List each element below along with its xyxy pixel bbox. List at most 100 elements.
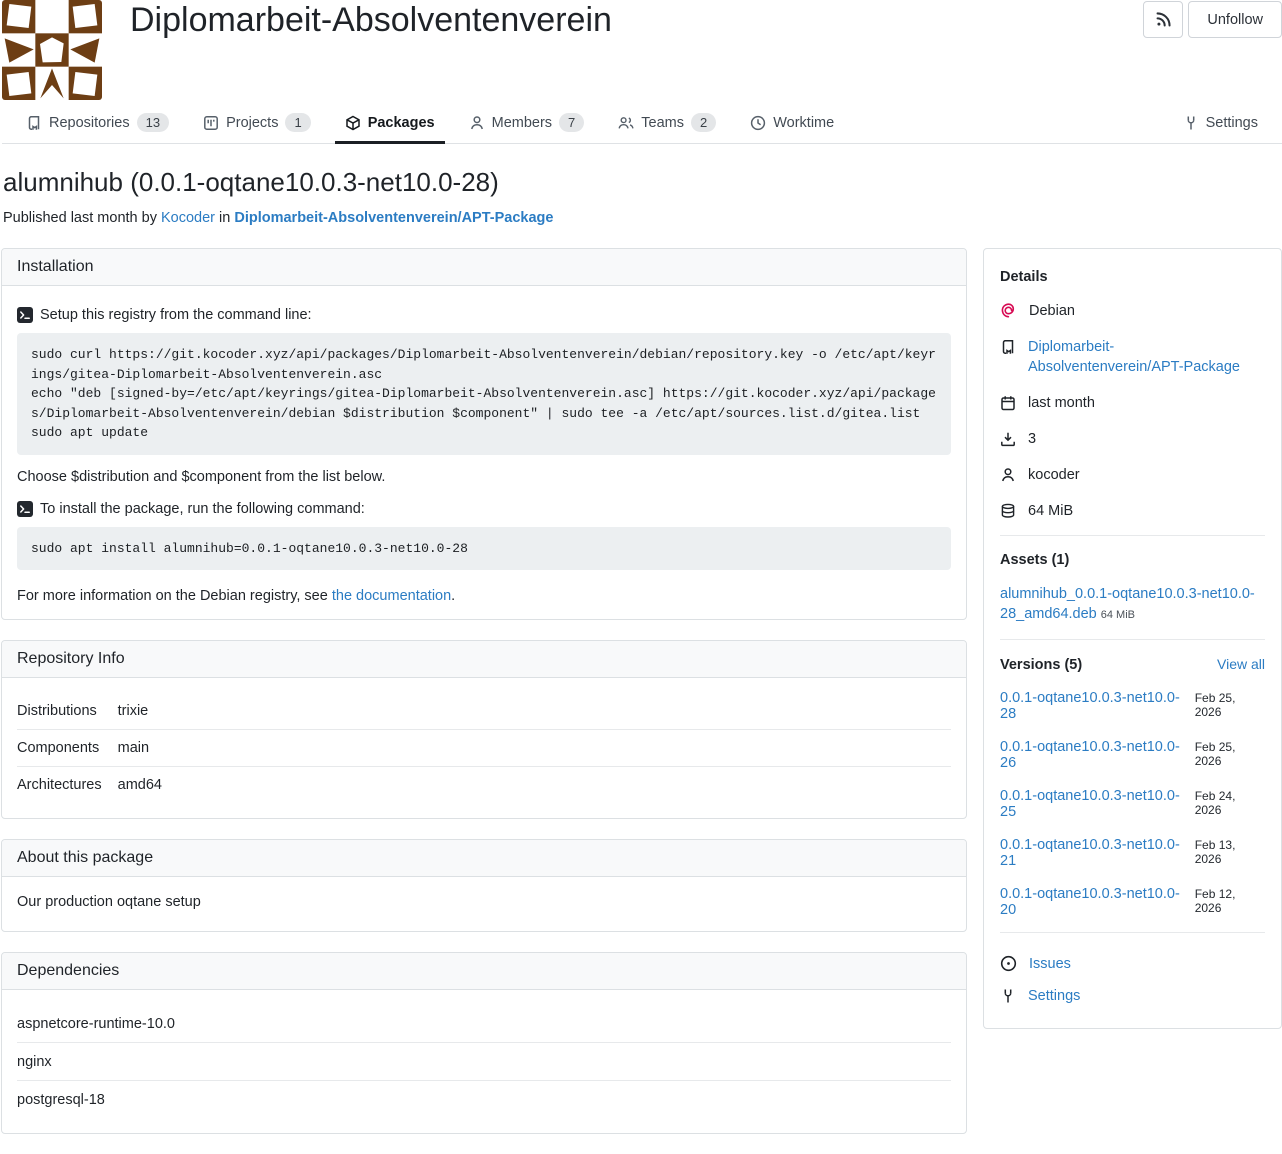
- version-date: Feb 25, 2026: [1195, 740, 1265, 768]
- published-connector: in: [219, 210, 230, 226]
- asset-size: 64 MiB: [1101, 609, 1135, 621]
- publisher-link[interactable]: Kocoder: [161, 210, 215, 226]
- more-info-line: For more information on the Debian regis…: [17, 588, 951, 604]
- version-link[interactable]: 0.0.1-oqtane10.0.3-net10.0-25: [1000, 788, 1195, 820]
- versions-title: Versions (5): [1000, 657, 1082, 673]
- tab-packages[interactable]: Packages: [335, 105, 445, 144]
- tab-label: Projects: [226, 115, 278, 131]
- row-value: trixie: [118, 693, 951, 730]
- org-avatar-identicon: [2, 0, 102, 100]
- tab-label: Members: [492, 115, 552, 131]
- rss-icon: [1155, 11, 1172, 28]
- debian-icon: [1000, 303, 1017, 320]
- detail-item-downloads: 3: [1000, 429, 1265, 449]
- version-date: Feb 12, 2026: [1195, 887, 1265, 915]
- setup-registry-label: Setup this registry from the command lin…: [40, 307, 312, 323]
- package-description: Our production oqtane setup: [17, 892, 951, 916]
- detail-item-published-date: last month: [1000, 393, 1265, 413]
- version-date: Feb 13, 2026: [1195, 838, 1265, 866]
- details-section: Details Debian Diplomarbeit-A: [1000, 263, 1265, 535]
- version-row: 0.0.1-oqtane10.0.3-net10.0-28 Feb 25, 20…: [1000, 690, 1265, 722]
- version-link[interactable]: 0.0.1-oqtane10.0.3-net10.0-28: [1000, 690, 1195, 722]
- row-value: amd64: [118, 767, 951, 804]
- calendar-icon: [1000, 395, 1016, 411]
- terminal-icon: [17, 307, 33, 323]
- asset-row: alumnihub_0.0.1-oqtane10.0.3-net10.0-28_…: [1000, 584, 1265, 625]
- package-settings-link[interactable]: Settings: [1028, 988, 1080, 1004]
- setup-code-block[interactable]: sudo curl https://git.kocoder.xyz/api/pa…: [17, 333, 951, 455]
- download-icon: [1000, 431, 1016, 447]
- detail-item-repository: Diplomarbeit-Absolventenverein/APT-Packa…: [1000, 337, 1265, 377]
- issue-icon: [1000, 955, 1017, 972]
- tools-icon: [1183, 115, 1199, 131]
- details-title: Details: [1000, 269, 1265, 285]
- installation-panel: Installation Setup this registry from th…: [1, 248, 967, 620]
- page-title: alumnihub (0.0.1-oqtane10.0.3-net10.0-28…: [3, 167, 1282, 198]
- tab-worktime[interactable]: Worktime: [740, 105, 844, 144]
- issues-link[interactable]: Issues: [1029, 956, 1071, 972]
- table-row: Components main: [17, 730, 951, 767]
- repository-info-panel: Repository Info Distributions trixie Com…: [1, 640, 967, 819]
- settings-row: Settings: [1000, 988, 1265, 1004]
- version-row: 0.0.1-oqtane10.0.3-net10.0-25 Feb 24, 20…: [1000, 788, 1265, 820]
- tab-label: Repositories: [49, 115, 130, 131]
- row-value: main: [118, 730, 951, 767]
- package-size: 64 MiB: [1028, 501, 1073, 521]
- rss-button[interactable]: [1143, 1, 1183, 38]
- documentation-link[interactable]: the documentation: [332, 588, 451, 604]
- table-row: Architectures amd64: [17, 767, 951, 804]
- dependencies-panel-title: Dependencies: [2, 953, 966, 990]
- version-link[interactable]: 0.0.1-oqtane10.0.3-net10.0-21: [1000, 837, 1195, 869]
- dependency-name: postgresql-18: [17, 1081, 951, 1119]
- table-row: aspnetcore-runtime-10.0: [17, 1005, 951, 1043]
- published-prefix: Published last month by: [3, 210, 157, 226]
- published-line: Published last month by Kocoder in Diplo…: [3, 210, 1282, 226]
- table-row: nginx: [17, 1043, 951, 1081]
- people-icon: [618, 115, 634, 131]
- tab-label: Packages: [368, 115, 435, 131]
- person-icon: [469, 115, 485, 131]
- project-icon: [203, 115, 219, 131]
- dependency-name: nginx: [17, 1043, 951, 1081]
- tab-label: Worktime: [773, 115, 834, 131]
- org-tabs: Repositories 13 Projects 1 Packages Memb…: [2, 105, 1282, 144]
- table-row: Distributions trixie: [17, 693, 951, 730]
- view-all-link[interactable]: View all: [1217, 656, 1265, 672]
- row-label: Architectures: [17, 767, 118, 804]
- dependencies-panel: Dependencies aspnetcore-runtime-10.0 ngi…: [1, 952, 967, 1134]
- sidebar-links-section: Issues Settings: [1000, 932, 1265, 1010]
- table-row: postgresql-18: [17, 1081, 951, 1119]
- assets-title: Assets (1): [1000, 552, 1265, 568]
- version-date: Feb 24, 2026: [1195, 789, 1265, 817]
- tab-members[interactable]: Members 7: [459, 105, 595, 144]
- package-icon: [345, 115, 361, 131]
- install-code-block[interactable]: sudo apt install alumnihub=0.0.1-oqtane1…: [17, 527, 951, 571]
- package-page: alumnihub (0.0.1-oqtane10.0.3-net10.0-28…: [0, 144, 1282, 1154]
- linked-repo-link[interactable]: Diplomarbeit-Absolventenverein/APT-Packa…: [1028, 337, 1265, 377]
- tab-label: Teams: [641, 115, 684, 131]
- detail-item-type: Debian: [1000, 301, 1265, 321]
- row-label: Components: [17, 730, 118, 767]
- person-icon: [1000, 467, 1016, 483]
- choose-note: Choose $distribution and $component from…: [17, 469, 951, 485]
- publisher-name: kocoder: [1028, 465, 1080, 485]
- tab-teams[interactable]: Teams 2: [608, 105, 726, 144]
- published-repo-link[interactable]: Diplomarbeit-Absolventenverein/APT-Packa…: [234, 210, 553, 226]
- clock-icon: [750, 115, 766, 131]
- package-sidebar: Details Debian Diplomarbeit-A: [983, 248, 1282, 1154]
- terminal-icon: [17, 501, 33, 517]
- version-link[interactable]: 0.0.1-oqtane10.0.3-net10.0-20: [1000, 886, 1195, 918]
- published-date: last month: [1028, 393, 1095, 413]
- tab-projects[interactable]: Projects 1: [193, 105, 321, 144]
- versions-section: Versions (5) View all 0.0.1-oqtane10.0.3…: [1000, 639, 1265, 932]
- tab-count-badge: 1: [285, 113, 310, 132]
- version-row: 0.0.1-oqtane10.0.3-net10.0-26 Feb 25, 20…: [1000, 739, 1265, 771]
- org-avatar[interactable]: [2, 0, 102, 100]
- tab-count-badge: 13: [137, 113, 169, 132]
- detail-item-size: 64 MiB: [1000, 501, 1265, 521]
- tab-repositories[interactable]: Repositories 13: [16, 105, 179, 144]
- unfollow-button[interactable]: Unfollow: [1188, 1, 1282, 38]
- version-link[interactable]: 0.0.1-oqtane10.0.3-net10.0-26: [1000, 739, 1195, 771]
- tab-settings[interactable]: Settings: [1173, 105, 1268, 144]
- tab-count-badge: 7: [559, 113, 584, 132]
